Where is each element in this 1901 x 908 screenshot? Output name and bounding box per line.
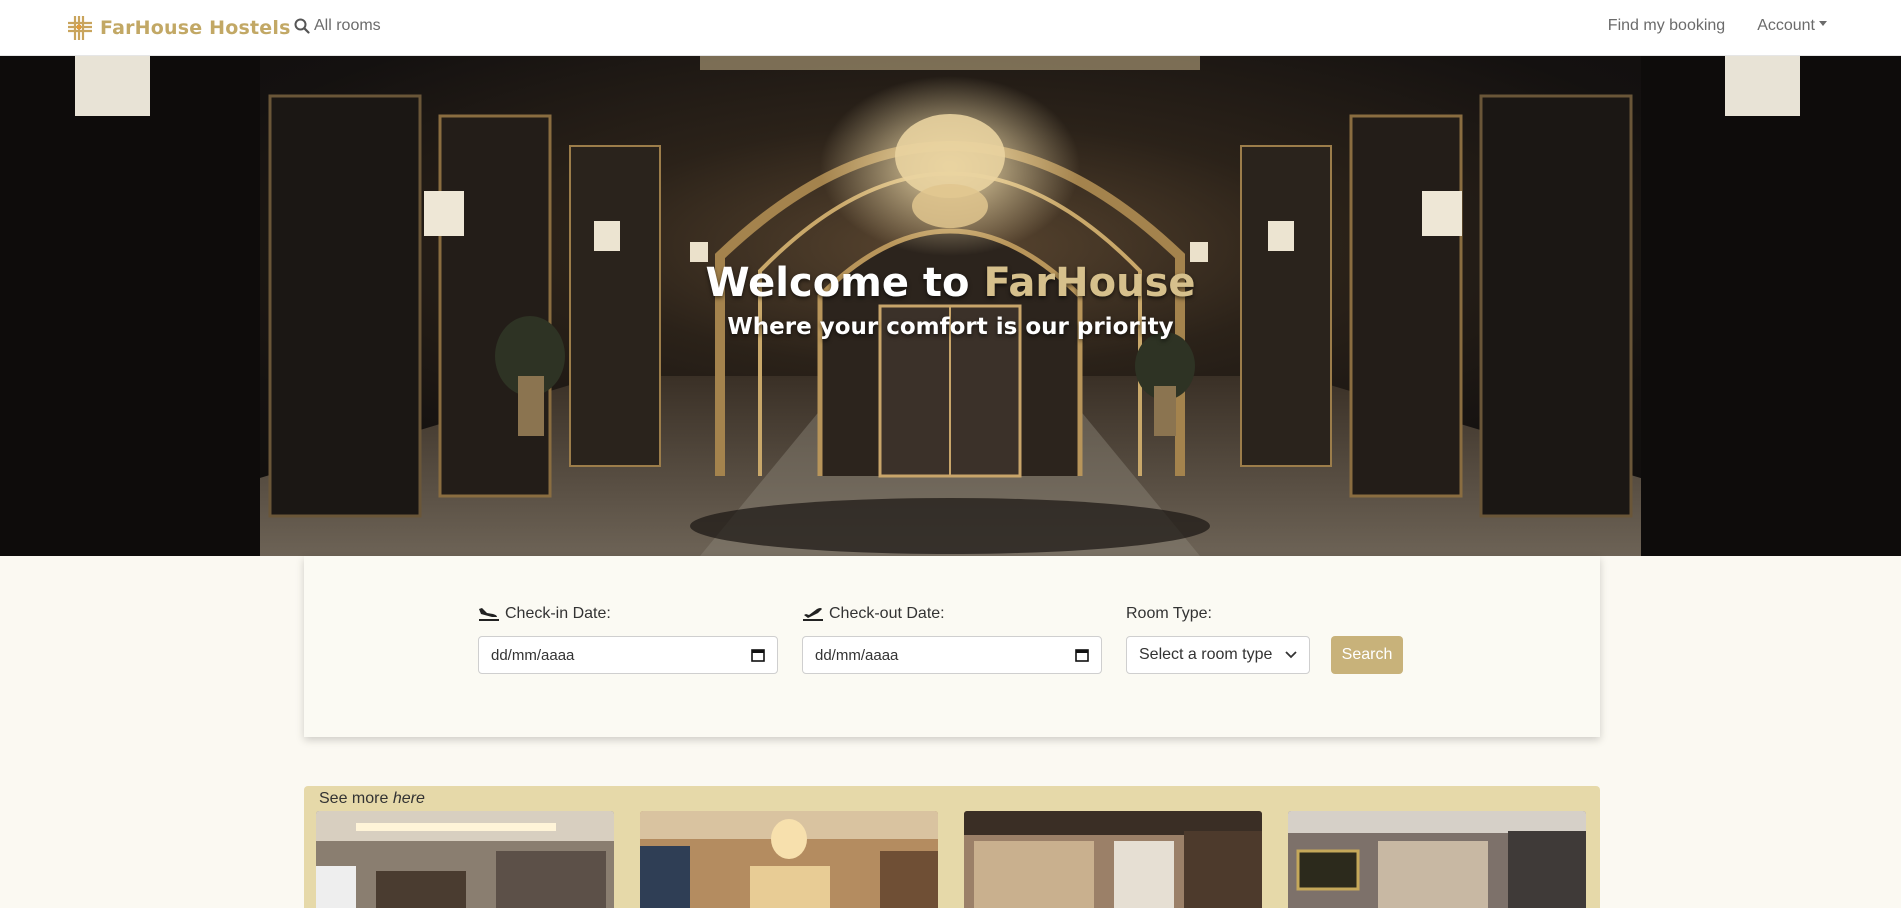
- account-dropdown[interactable]: Account: [1757, 17, 1827, 35]
- roomtype-field: Room Type: Select a room type: [1126, 604, 1310, 674]
- brand-name: FarHouse Hostels: [100, 17, 291, 39]
- hero-banner: Welcome to FarHouse Where your comfort i…: [0, 56, 1901, 556]
- see-more-link[interactable]: here: [393, 790, 425, 807]
- calendar-icon: [751, 649, 765, 662]
- room-image-4: [1288, 811, 1586, 908]
- calendar-icon: [1075, 649, 1089, 662]
- find-booking-link[interactable]: Find my booking: [1608, 17, 1725, 35]
- room-card-2[interactable]: [640, 811, 938, 908]
- hero-subtitle: Where your comfort is our priority: [727, 314, 1174, 340]
- brand-link[interactable]: FarHouse Hostels: [66, 14, 291, 42]
- rooms-preview-strip: See more here: [304, 786, 1600, 908]
- roomtype-label: Room Type:: [1126, 605, 1212, 622]
- account-label: Account: [1757, 17, 1815, 34]
- checkout-date-input[interactable]: dd/mm/aaaa: [802, 636, 1102, 674]
- checkin-date-input[interactable]: dd/mm/aaaa: [478, 636, 778, 674]
- top-navbar: FarHouse Hostels All rooms Find my booki…: [0, 0, 1901, 56]
- checkin-field: Check-in Date: dd/mm/aaaa: [478, 604, 778, 674]
- roomtype-select[interactable]: Select a room type: [1126, 636, 1310, 674]
- roomtype-selected-value: Select a room type: [1139, 646, 1273, 663]
- checkout-label-text: Check-out Date:: [829, 605, 945, 622]
- nav-right-menu: Find my booking Account: [1608, 17, 1827, 35]
- checkout-label: Check-out Date:: [802, 604, 1102, 624]
- lobby-background-image: [0, 56, 1901, 556]
- plane-landing-icon: [479, 608, 499, 621]
- room-card-3[interactable]: [964, 811, 1262, 908]
- hero-title-accent: FarHouse: [983, 260, 1196, 306]
- hash-grid-logo-icon: [68, 16, 92, 40]
- search-icon: [294, 18, 310, 34]
- checkin-label: Check-in Date:: [478, 604, 778, 624]
- hero-title-prefix: Welcome to: [705, 260, 970, 306]
- hero-title: Welcome to FarHouse: [0, 260, 1901, 306]
- see-more-text: See more here: [319, 790, 425, 808]
- room-card-1[interactable]: [316, 811, 614, 908]
- search-button[interactable]: Search: [1331, 636, 1403, 674]
- checkout-field: Check-out Date: dd/mm/aaaa: [802, 604, 1102, 674]
- room-image-1: [316, 811, 614, 908]
- see-more-prefix: See more: [319, 790, 389, 807]
- nav-all-rooms-link[interactable]: All rooms: [294, 17, 381, 35]
- checkout-placeholder: dd/mm/aaaa: [815, 646, 899, 664]
- checkin-placeholder: dd/mm/aaaa: [491, 646, 575, 664]
- nav-all-rooms-label: All rooms: [314, 17, 381, 34]
- room-card-4[interactable]: [1288, 811, 1586, 908]
- room-image-2: [640, 811, 938, 908]
- plane-departure-icon: [803, 608, 823, 621]
- chevron-down-icon: [1285, 651, 1297, 659]
- room-image-3: [964, 811, 1262, 908]
- booking-search-panel: Check-in Date: dd/mm/aaaa Check-out Date…: [304, 556, 1600, 737]
- checkin-label-text: Check-in Date:: [505, 605, 611, 622]
- caret-down-icon: [1819, 21, 1827, 27]
